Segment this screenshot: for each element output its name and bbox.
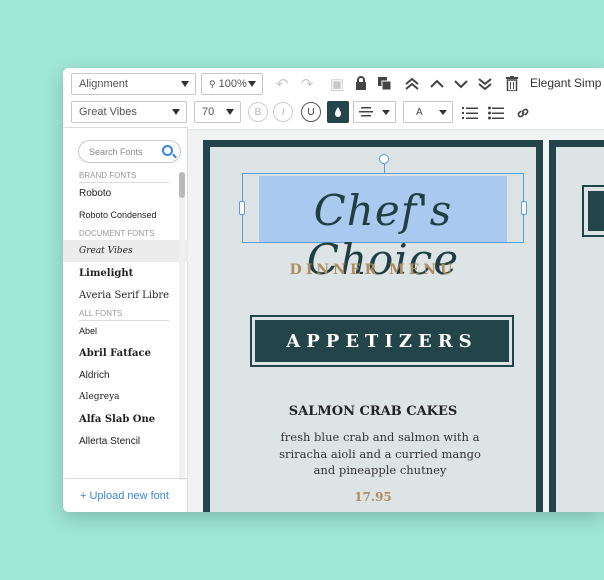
dish-description[interactable]: fresh blue crab and salmon with a srirac… <box>270 429 490 479</box>
menu-page[interactable]: Chef's Choice DINNER MENU APPETIZERS SAL… <box>203 140 543 512</box>
section-title: APPETIZERS <box>255 320 509 362</box>
zoom-value: 100% <box>218 78 247 90</box>
document-title[interactable]: Elegant Simp <box>530 76 601 90</box>
bring-forward-icon[interactable] <box>428 75 446 93</box>
font-panel: Search Fonts BRAND FONTS Roboto Roboto C… <box>63 127 188 512</box>
section-document-fonts: DOCUMENT FONTS <box>63 226 188 240</box>
title-selection-box[interactable]: Chef's Choice <box>239 154 527 284</box>
font-item-abril-fatface[interactable]: Abril Fatface <box>63 342 188 364</box>
text-case-dropdown[interactable]: A <box>403 101 453 123</box>
banner-shape <box>582 185 604 237</box>
font-item-roboto-condensed[interactable]: Roboto Condensed <box>63 204 188 226</box>
lock-icon[interactable] <box>352 74 370 92</box>
send-to-back-icon[interactable] <box>476 75 494 93</box>
font-item-averia-serif-libre[interactable]: Averia Serif Libre <box>63 284 188 306</box>
rotate-handle[interactable] <box>379 154 389 164</box>
font-search-input[interactable]: Search Fonts <box>78 140 181 163</box>
dish-price[interactable]: 17.95 <box>210 490 536 504</box>
font-size-dropdown[interactable]: 70 <box>194 101 241 123</box>
font-size-value: 70 <box>202 106 215 118</box>
alignment-label: Alignment <box>79 78 128 90</box>
link-icon[interactable] <box>514 104 532 122</box>
undo-icon[interactable]: ↶ <box>273 75 291 93</box>
font-item-roboto[interactable]: Roboto <box>63 182 188 204</box>
section-brand-fonts: BRAND FONTS <box>63 168 188 182</box>
underline-button[interactable]: U <box>301 102 321 122</box>
upload-font-link[interactable]: + Upload new font <box>63 478 187 512</box>
search-icon[interactable] <box>162 145 173 156</box>
bold-button[interactable]: B <box>248 102 268 122</box>
font-family-dropdown[interactable]: Great Vibes <box>71 101 187 123</box>
send-backward-icon[interactable] <box>452 75 470 93</box>
search-placeholder: Search Fonts <box>89 146 143 157</box>
font-item-great-vibes[interactable]: Great Vibes <box>63 240 188 262</box>
rotate-line <box>384 164 385 174</box>
fill-color-button[interactable] <box>327 101 349 123</box>
fill-color-icon <box>335 107 341 117</box>
font-item-aldrich[interactable]: Aldrich <box>63 364 188 386</box>
numbered-list-icon[interactable] <box>461 104 479 122</box>
font-item-allerta-stencil[interactable]: Allerta Stencil <box>63 430 188 452</box>
bring-to-front-icon[interactable] <box>403 75 421 93</box>
copy-icon[interactable] <box>375 74 393 92</box>
font-list: BRAND FONTS Roboto Roboto Condensed DOCU… <box>63 168 188 478</box>
align-icon <box>359 107 373 117</box>
align-dropdown[interactable] <box>353 101 396 123</box>
toolbar: Alignment ⚲ 100% ↶ ↷ ▣ Elegant Simp Grea… <box>63 68 604 130</box>
font-family-label: Great Vibes <box>79 106 137 118</box>
italic-label: I <box>281 106 285 118</box>
bold-label: B <box>254 106 262 118</box>
frame-icon[interactable]: ▣ <box>328 75 346 93</box>
font-item-limelight[interactable]: Limelight <box>63 262 188 284</box>
zoom-icon: ⚲ <box>209 78 216 89</box>
section-all-fonts: ALL FONTS <box>63 306 188 320</box>
alignment-dropdown[interactable]: Alignment <box>71 73 196 95</box>
section-banner[interactable]: APPETIZERS <box>250 315 514 367</box>
font-item-alfa-slab-one[interactable]: Alfa Slab One <box>63 408 188 430</box>
trash-icon[interactable] <box>503 74 521 92</box>
italic-button[interactable]: I <box>273 102 293 122</box>
underline-label: U <box>307 106 315 118</box>
scrollbar-thumb[interactable] <box>179 172 185 198</box>
font-list-scrollbar[interactable] <box>179 172 185 480</box>
font-item-abel[interactable]: Abel <box>63 320 188 342</box>
bullet-list-icon[interactable] <box>487 104 505 122</box>
editor-window: Alignment ⚲ 100% ↶ ↷ ▣ Elegant Simp Grea… <box>63 68 604 512</box>
menu-subtitle[interactable]: DINNER MENU <box>210 262 536 278</box>
font-item-alegreya[interactable]: Alegreya <box>63 386 188 408</box>
zoom-dropdown[interactable]: ⚲ 100% <box>201 73 263 95</box>
redo-icon[interactable]: ↷ <box>298 75 316 93</box>
menu-page-2[interactable] <box>549 140 604 512</box>
text-case-icon: A <box>416 106 423 118</box>
dish-name[interactable]: SALMON CRAB CAKES <box>210 404 536 419</box>
